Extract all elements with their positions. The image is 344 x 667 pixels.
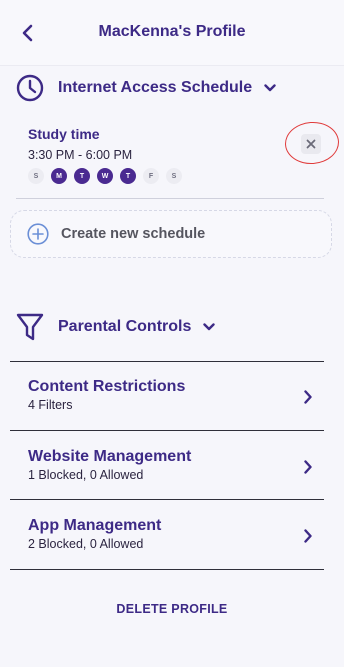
schedule-section-header[interactable]: Internet Access Schedule bbox=[16, 74, 276, 102]
row-subtitle: 4 Filters bbox=[28, 398, 73, 412]
divider bbox=[10, 430, 324, 431]
create-schedule-label: Create new schedule bbox=[61, 226, 206, 242]
row-subtitle: 2 Blocked, 0 Allowed bbox=[28, 537, 144, 551]
chevron-down-icon bbox=[203, 323, 216, 331]
divider bbox=[10, 361, 324, 362]
day-badge: T bbox=[74, 168, 90, 184]
chevron-right-icon bbox=[304, 390, 312, 409]
plus-circle-icon bbox=[27, 223, 49, 245]
schedule-section-title: Internet Access Schedule bbox=[58, 79, 253, 96]
page-title: MacKenna's Profile bbox=[98, 23, 246, 40]
create-schedule-button[interactable]: Create new schedule bbox=[10, 210, 332, 258]
filter-icon bbox=[16, 313, 44, 341]
schedule-name: Study time bbox=[28, 126, 100, 142]
chevron-down-icon bbox=[264, 84, 276, 92]
row-title: App Management bbox=[28, 517, 162, 534]
day-badge: F bbox=[143, 168, 159, 184]
clock-icon bbox=[16, 74, 44, 102]
divider bbox=[10, 569, 324, 570]
row-title: Content Restrictions bbox=[28, 378, 186, 395]
schedule-days: S M T W T F S bbox=[28, 168, 318, 184]
parental-section-title: Parental Controls bbox=[58, 318, 192, 335]
day-badge: S bbox=[166, 168, 182, 184]
row-subtitle: 1 Blocked, 0 Allowed bbox=[28, 468, 144, 482]
schedule-time: 3:30 PM - 6:00 PM bbox=[28, 148, 133, 162]
parental-section-header[interactable]: Parental Controls bbox=[16, 312, 216, 342]
day-badge: M bbox=[51, 168, 67, 184]
divider bbox=[16, 198, 324, 199]
delete-profile-button[interactable]: DELETE PROFILE bbox=[0, 602, 344, 616]
app-management-row[interactable]: App Management 2 Blocked, 0 Allowed bbox=[28, 517, 324, 577]
chevron-right-icon bbox=[304, 529, 312, 548]
row-title: Website Management bbox=[28, 448, 192, 465]
day-badge: S bbox=[28, 168, 44, 184]
content-restrictions-row[interactable]: Content Restrictions 4 Filters bbox=[28, 378, 324, 438]
chevron-right-icon bbox=[304, 460, 312, 479]
schedule-card[interactable]: Study time 3:30 PM - 6:00 PM S M T W T F… bbox=[28, 126, 318, 188]
divider bbox=[10, 499, 324, 500]
day-badge: W bbox=[97, 168, 113, 184]
header-bar: MacKenna's Profile bbox=[0, 0, 344, 66]
day-badge: T bbox=[120, 168, 136, 184]
